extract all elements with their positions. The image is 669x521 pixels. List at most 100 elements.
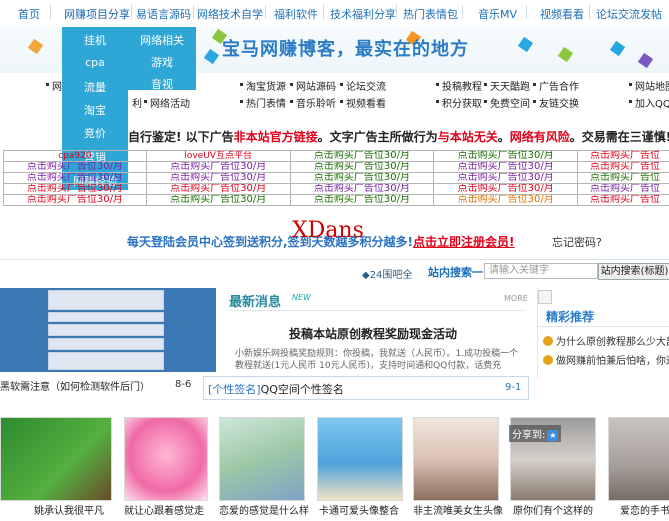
- slide-thumbnail[interactable]: [48, 338, 164, 350]
- bullet-icon: [290, 100, 293, 103]
- image-slider[interactable]: [0, 288, 216, 372]
- ad-cell[interactable]: 点击购买广告位30/月: [289, 172, 435, 184]
- nav-item-emoji[interactable]: 热门表情包: [403, 6, 458, 22]
- search-button[interactable]: 站内搜索(标题): [598, 263, 669, 280]
- quick-link[interactable]: 广告合作: [539, 78, 579, 93]
- divider: [537, 326, 669, 327]
- ad-cell[interactable]: 点击购买广告位: [577, 172, 669, 184]
- ad-cell[interactable]: 点击购买广告位30/月: [289, 183, 435, 195]
- quick-link[interactable]: 视频看看: [346, 95, 386, 110]
- dropdown-item[interactable]: 网络相关: [128, 32, 196, 48]
- slide-thumbnail[interactable]: [48, 324, 164, 336]
- thumbnail-image[interactable]: [413, 417, 499, 501]
- ad-cell[interactable]: 点击购买广告位30/月: [289, 161, 435, 173]
- quick-link[interactable]: 音乐聆听: [296, 95, 336, 110]
- ad-cell[interactable]: 点击购买广告位30/月: [433, 183, 579, 195]
- quick-link[interactable]: 天天酷跑: [490, 78, 530, 93]
- ad-cell[interactable]: 点击购买广告位: [577, 183, 669, 195]
- dropdown-submenu: 网络相关 游戏 音视: [128, 27, 196, 92]
- ad-cell[interactable]: 点击购买广告位30/月: [145, 161, 291, 173]
- ad-cell[interactable]: 点击购买广告位30/月: [145, 194, 291, 206]
- ad-cell[interactable]: 点击购买广告位30/月: [145, 183, 291, 195]
- decor-icon: [517, 36, 534, 53]
- thumbnail-image[interactable]: [608, 417, 669, 501]
- quick-link[interactable]: 淘宝货源: [246, 78, 286, 93]
- bullet-icon: [144, 100, 147, 103]
- ad-cell[interactable]: 点击购买广告位30/月: [433, 172, 579, 184]
- bullet-icon: [290, 83, 293, 86]
- thumbnail-image[interactable]: [0, 417, 112, 501]
- dropdown-item[interactable]: 游戏: [128, 54, 196, 70]
- share-widget[interactable]: 分享到: ★: [509, 425, 562, 442]
- ad-cell[interactable]: loveUV互点平台: [145, 150, 291, 162]
- quick-link[interactable]: 网站源码: [296, 78, 336, 93]
- dropdown-item[interactable]: cpa: [62, 56, 128, 69]
- nav-item-projects[interactable]: 网赚项目分享: [64, 6, 130, 22]
- thumbnail-caption[interactable]: 原你们有个这样的: [513, 502, 593, 517]
- dropdown-item[interactable]: 流量: [62, 79, 128, 95]
- quick-link[interactable]: 投稿教程: [442, 78, 482, 93]
- nav-item-welfare[interactable]: 技术福利分享: [330, 6, 396, 22]
- news-title[interactable]: 投稿本站原创教程奖励现金活动: [289, 325, 457, 342]
- dropdown-item[interactable]: 竞价: [62, 125, 128, 141]
- quick-link[interactable]: 网站地图: [635, 78, 669, 93]
- slide-thumbnail[interactable]: [48, 290, 164, 310]
- nav-item-home[interactable]: 首页: [18, 6, 40, 22]
- ad-cell[interactable]: 点击购买广告位30/月: [289, 194, 435, 206]
- quick-link[interactable]: 利: [132, 95, 142, 110]
- bulb-icon: [543, 355, 553, 365]
- qq-group-link[interactable]: ◆24围吧全: [362, 266, 412, 281]
- article-link[interactable]: 黑软需注意（如何检测软件后门）: [0, 378, 150, 393]
- quick-link[interactable]: 友链交换: [539, 95, 579, 110]
- quick-link[interactable]: 加入QQ群: [635, 95, 669, 110]
- more-link[interactable]: MORE: [504, 294, 528, 303]
- signature-link[interactable]: [个性签名]QQ空间个性签名: [208, 381, 344, 397]
- dropdown-item[interactable]: 音视: [128, 76, 196, 92]
- quick-link[interactable]: 网络活动: [150, 95, 190, 110]
- slide-thumbnail[interactable]: [48, 352, 164, 370]
- quick-link[interactable]: 热门表情: [246, 95, 286, 110]
- thumbnail-caption[interactable]: 就让心跟着感觉走: [124, 502, 204, 517]
- thumbnail-caption[interactable]: 姚承认我很平凡: [34, 502, 104, 517]
- forgot-password-link[interactable]: 忘记密码?: [552, 234, 602, 250]
- thumbnail-image[interactable]: [219, 417, 305, 501]
- slide-thumbnail[interactable]: [48, 312, 164, 322]
- quick-link[interactable]: 论坛交流: [346, 78, 386, 93]
- ad-cell[interactable]: 点击购买广告位30/月: [433, 161, 579, 173]
- nav-item-software[interactable]: 福利软件: [274, 6, 318, 22]
- ad-cell[interactable]: 点击购买广告位: [577, 194, 669, 206]
- ad-cell[interactable]: 点击购买广告位: [577, 161, 669, 173]
- quick-link[interactable]: 免费空间: [490, 95, 530, 110]
- nav-item-music[interactable]: 音乐MV: [478, 6, 517, 22]
- thumbnail-caption[interactable]: 非主流唯美女生头像: [413, 502, 503, 517]
- thumbnail-caption[interactable]: 恋爱的感觉是什么样: [219, 502, 309, 517]
- quick-link[interactable]: 积分获取: [442, 95, 482, 110]
- nav-item-source[interactable]: 易语言源码: [136, 6, 191, 22]
- thumbnail-image[interactable]: [124, 417, 208, 501]
- qzone-icon[interactable]: ★: [547, 430, 559, 441]
- dropdown-item[interactable]: 淘宝: [62, 102, 128, 118]
- ad-cell[interactable]: 点击购买广告位30/月: [3, 161, 147, 173]
- ad-cell[interactable]: 点击购买广告位30/月: [433, 150, 579, 162]
- ad-cell[interactable]: 点击购买广告位30/月: [3, 183, 147, 195]
- nav-item-forum[interactable]: 论坛交流发帖: [596, 6, 662, 22]
- recommend-item[interactable]: 为什么原创教程那么少大部分: [543, 333, 669, 348]
- register-link[interactable]: 点击立即注册会员!: [413, 235, 514, 249]
- nav-item-video[interactable]: 视频看看: [540, 6, 584, 22]
- ad-cell[interactable]: cpa920: [3, 150, 147, 162]
- ad-cell[interactable]: 点击购买广告位30/月: [3, 172, 147, 184]
- ad-cell[interactable]: 点击购买广告位30/月: [3, 194, 147, 206]
- thumbnail-image[interactable]: [317, 417, 403, 501]
- quick-link[interactable]: 网: [52, 78, 62, 93]
- nav-item-tech[interactable]: 网络技术自学: [197, 6, 263, 22]
- thumbnail-caption[interactable]: 卡通可爱头像整合: [319, 502, 399, 517]
- recommend-item[interactable]: 做网赚前怕兼后怕啥，你还玩: [543, 352, 669, 367]
- ad-cell[interactable]: 点击购买广告位: [577, 150, 669, 162]
- dropdown-item[interactable]: 挂机: [62, 32, 128, 48]
- search-input[interactable]: 请输入关键字: [484, 263, 598, 279]
- bullet-icon: [484, 83, 487, 86]
- thumbnail-caption[interactable]: 爱恋的手书: [620, 502, 669, 517]
- ad-cell[interactable]: 点击购买广告位30/月: [145, 172, 291, 184]
- ad-cell[interactable]: 点击购买广告位30/月: [433, 194, 579, 206]
- ad-cell[interactable]: 点击购买广告位30/月: [289, 150, 435, 162]
